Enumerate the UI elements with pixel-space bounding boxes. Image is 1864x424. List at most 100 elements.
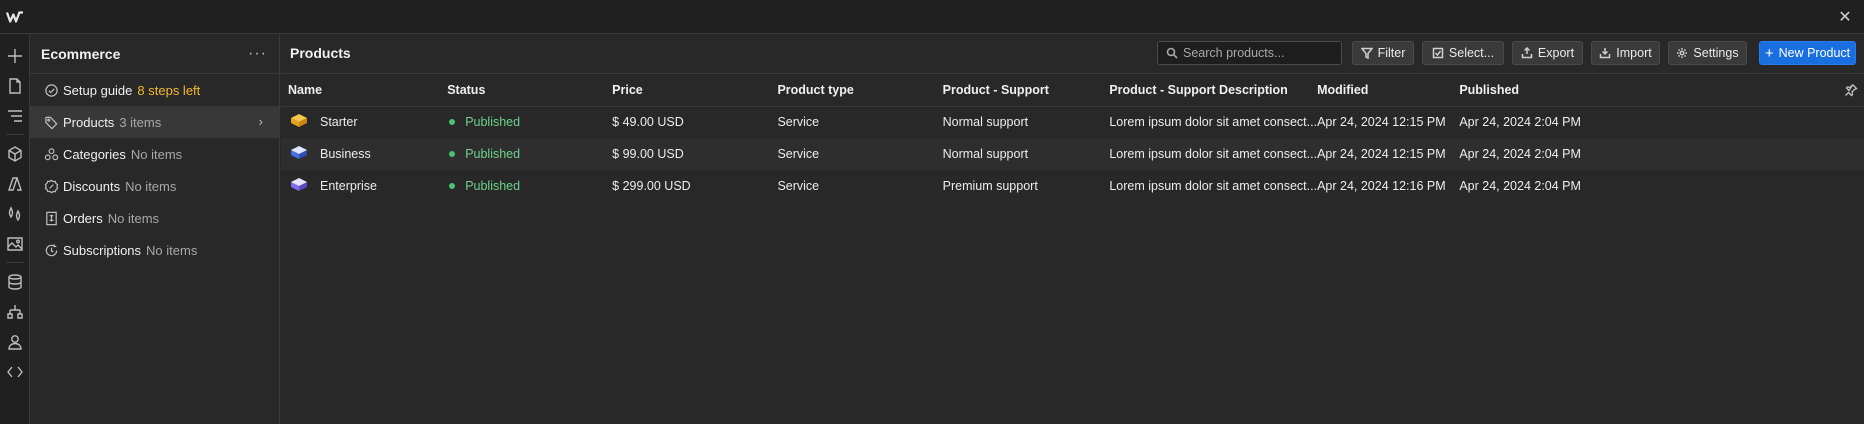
export-icon bbox=[1521, 47, 1533, 59]
products-table: Name Status Price Product type Product -… bbox=[281, 74, 1864, 202]
sidebar-item-orders[interactable]: Orders No items bbox=[30, 202, 279, 234]
status-dot-icon bbox=[449, 151, 456, 157]
sidebar-item-count: 3 items bbox=[119, 114, 162, 130]
sidebar-item-label: Subscriptions bbox=[63, 242, 142, 258]
style-selector-icon[interactable] bbox=[3, 172, 27, 196]
close-icon[interactable]: ✕ bbox=[1836, 8, 1854, 26]
top-bar: ✕ bbox=[0, 0, 1864, 34]
panel-title: Ecommerce bbox=[41, 45, 121, 62]
discount-icon bbox=[44, 179, 59, 193]
export-button-label: Export bbox=[1537, 46, 1575, 60]
sidebar-item-products[interactable]: Products 3 items › bbox=[30, 106, 279, 138]
modified-cell: Apr 24, 2024 12:15 PM bbox=[1317, 115, 1446, 130]
support-description-cell: Lorem ipsum dolor sit amet consect... bbox=[1109, 179, 1318, 193]
left-toolbar bbox=[0, 34, 30, 424]
select-button[interactable]: Select... bbox=[1422, 41, 1504, 65]
navigator-icon[interactable] bbox=[3, 104, 27, 128]
table-header-row: Name Status Price Product type Product -… bbox=[281, 74, 1864, 107]
logic-icon[interactable] bbox=[3, 300, 27, 324]
rail-divider bbox=[6, 134, 24, 135]
table-row[interactable]: Enterprise Published $ 299.00 USD Servic… bbox=[281, 170, 1864, 202]
column-header-published[interactable]: Published bbox=[1459, 74, 1864, 107]
sidebar-item-setup-guide[interactable]: Setup guide 8 steps left bbox=[30, 74, 279, 106]
published-cell: Apr 24, 2024 2:04 PM bbox=[1459, 179, 1581, 193]
product-type-cell: Service bbox=[777, 138, 943, 170]
column-header-published-label: Published bbox=[1459, 82, 1520, 97]
product-type-cell: Service bbox=[777, 179, 820, 193]
gear-icon bbox=[1677, 48, 1688, 58]
enterprise-product-icon bbox=[288, 175, 310, 197]
filter-button-label: Filter bbox=[1377, 46, 1406, 60]
variables-icon[interactable] bbox=[3, 202, 27, 226]
import-icon bbox=[1600, 48, 1611, 59]
sidebar-item-subscriptions[interactable]: Subscriptions No items bbox=[30, 234, 279, 266]
support-description-cell: Lorem ipsum dolor sit amet consect... bbox=[1109, 138, 1318, 170]
product-name[interactable]: Starter bbox=[320, 115, 358, 129]
status-badge: Published bbox=[465, 147, 521, 161]
check-circle-icon bbox=[45, 83, 58, 97]
price-cell: $ 49.00 USD bbox=[612, 115, 684, 130]
support-cell: Normal support bbox=[942, 138, 1110, 170]
search-input[interactable] bbox=[1183, 46, 1333, 60]
products-toolbar: Products Filter Select... Export Import bbox=[281, 34, 1864, 74]
status-badge: Published bbox=[465, 179, 521, 193]
product-type-cell: Service bbox=[777, 115, 820, 130]
published-cell: Apr 24, 2024 2:04 PM bbox=[1459, 138, 1864, 170]
filter-button[interactable]: Filter bbox=[1352, 41, 1414, 65]
support-cell: Normal support bbox=[942, 115, 1029, 130]
sidebar-item-categories[interactable]: Categories No items bbox=[30, 138, 279, 170]
new-product-button[interactable]: + New Product bbox=[1759, 41, 1856, 65]
sidebar-item-discounts[interactable]: Discounts No items bbox=[30, 170, 279, 202]
pin-icon[interactable] bbox=[1844, 83, 1858, 97]
status-dot-icon bbox=[449, 119, 456, 126]
column-header-product-support[interactable]: Product - Support bbox=[942, 74, 1110, 107]
column-header-status[interactable]: Status bbox=[447, 74, 613, 107]
rail-divider bbox=[6, 262, 24, 263]
column-header-product-type[interactable]: Product type bbox=[777, 74, 943, 107]
subscriptions-icon bbox=[45, 243, 58, 256]
column-header-support-description[interactable]: Product - Support Description bbox=[1109, 74, 1318, 107]
new-product-button-label: New Product bbox=[1778, 46, 1851, 60]
import-button-label: Import bbox=[1616, 46, 1652, 60]
add-icon[interactable] bbox=[3, 44, 27, 68]
column-header-price[interactable]: Price bbox=[612, 74, 778, 107]
support-description-cell: Lorem ipsum dolor sit amet consect... bbox=[1109, 115, 1318, 130]
product-name[interactable]: Business bbox=[320, 147, 371, 161]
tag-icon bbox=[45, 116, 58, 129]
components-icon[interactable] bbox=[3, 142, 27, 166]
sidebar-item-label: Orders bbox=[63, 210, 103, 226]
sidebar-item-count: No items bbox=[125, 178, 177, 194]
settings-button-label: Settings bbox=[1693, 46, 1739, 60]
page-icon[interactable] bbox=[3, 74, 27, 98]
modified-cell: Apr 24, 2024 12:16 PM bbox=[1317, 179, 1446, 193]
sidebar-item-label: Setup guide bbox=[63, 82, 133, 98]
product-name[interactable]: Enterprise bbox=[320, 179, 377, 193]
ecommerce-panel: Ecommerce ··· Setup guide 8 steps left P… bbox=[30, 34, 280, 424]
app-window: ✕ Ecommerce ··· Setup guide 8 steps left… bbox=[0, 0, 1864, 424]
assets-icon[interactable] bbox=[3, 232, 27, 256]
sidebar-item-count: No items bbox=[146, 242, 198, 258]
starter-product-icon bbox=[288, 111, 310, 133]
categories-icon bbox=[44, 147, 59, 160]
search-icon bbox=[1166, 47, 1178, 59]
webflow-logo-icon[interactable] bbox=[0, 0, 30, 34]
support-cell: Premium support bbox=[942, 179, 1038, 193]
cms-icon[interactable] bbox=[3, 270, 27, 294]
code-icon[interactable] bbox=[3, 360, 27, 384]
column-header-name[interactable]: Name bbox=[281, 74, 448, 107]
table-row[interactable]: Business Published $ 99.00 USD Service N… bbox=[281, 138, 1864, 170]
filter-icon bbox=[1360, 47, 1373, 59]
plus-icon: + bbox=[1764, 44, 1774, 62]
import-button[interactable]: Import bbox=[1591, 41, 1660, 65]
export-button[interactable]: Export bbox=[1512, 41, 1583, 65]
settings-button[interactable]: Settings bbox=[1668, 41, 1747, 65]
more-options-icon[interactable]: ··· bbox=[248, 45, 267, 63]
price-cell: $ 299.00 USD bbox=[612, 179, 691, 193]
business-product-icon bbox=[288, 143, 310, 165]
select-button-label: Select... bbox=[1448, 46, 1495, 60]
users-icon[interactable] bbox=[3, 330, 27, 354]
search-box[interactable] bbox=[1157, 41, 1342, 65]
status-dot-icon bbox=[449, 183, 456, 189]
column-header-modified[interactable]: Modified bbox=[1317, 74, 1460, 107]
table-row[interactable]: Starter Published $ 49.00 USD Service No… bbox=[281, 106, 1864, 138]
